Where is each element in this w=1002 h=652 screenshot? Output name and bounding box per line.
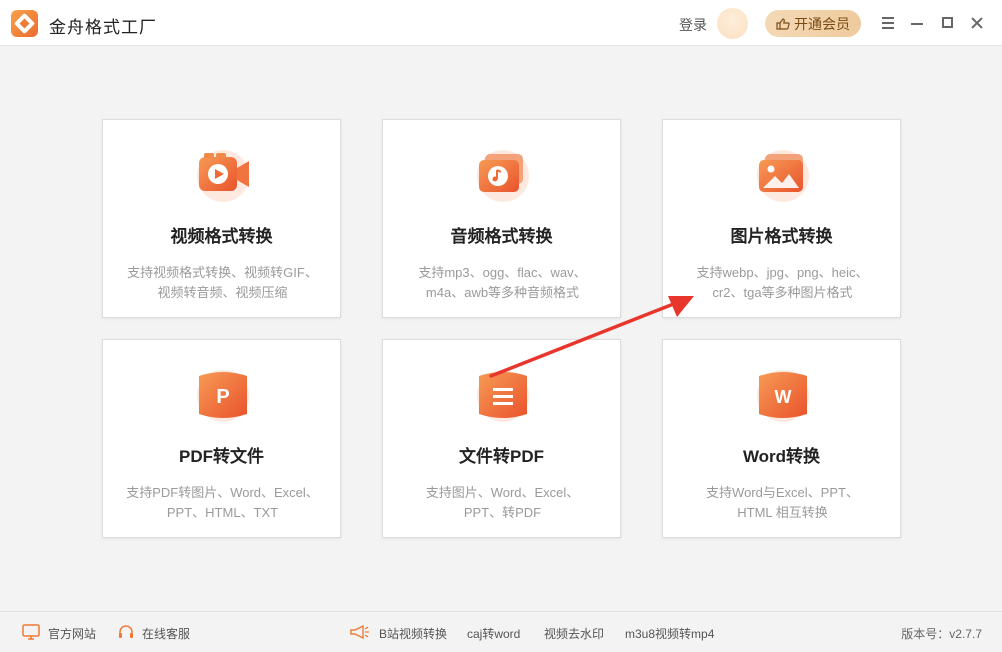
card-description: 支持图片、Word、Excel、 PPT、转PDF [395,483,610,523]
card-description: 支持PDF转图片、Word、Excel、 PPT、HTML、TXT [115,483,330,523]
card-description: 支持webp、jpg、png、heic、 cr2、tga等多种图片格式 [675,263,890,303]
card-audio-convert[interactable]: 音频格式转换 支持mp3、ogg、flac、wav、 m4a、awb等多种音频格… [382,119,621,318]
megaphone-icon [350,624,369,640]
bilibili-convert-link[interactable]: B站视频转换 [379,625,447,642]
pdf-p-icon: P [197,370,249,422]
card-desc-line: 支持webp、jpg、png、heic、 [696,265,869,280]
card-desc-line: 支持视频格式转换、视频转GIF、 [127,265,318,280]
version-number: v2.7.7 [949,627,982,641]
card-description: 支持视频格式转换、视频转GIF、 视频转音频、视频压缩 [115,263,330,303]
card-file-to-pdf[interactable]: 文件转PDF 支持图片、Word、Excel、 PPT、转PDF [382,339,621,538]
title-bar: 金舟格式工厂 登录 开通会员 [0,0,1002,46]
footer-bar: 官方网站 在线客服 B站视频转换 caj转word 视频去水印 m3u8视频转m… [0,611,1002,652]
card-description: 支持Word与Excel、PPT、 HTML 相互转换 [675,483,890,523]
version-label: 版本号： [901,627,950,641]
svg-text:P: P [216,386,229,408]
monitor-icon [22,624,40,640]
m3u8-to-mp4-link[interactable]: m3u8视频转mp4 [625,625,714,642]
image-icon [757,150,809,202]
headset-icon [119,625,133,638]
vip-label: 开通会员 [794,15,850,32]
app-title: 金舟格式工厂 [49,18,157,37]
card-desc-line: 支持mp3、ogg、flac、wav、 [418,265,587,280]
close-button[interactable] [966,12,988,34]
word-w-icon: W [757,370,809,422]
video-icon [197,150,249,202]
card-desc-line: 支持图片、Word、Excel、 [425,485,580,500]
annotation-arrow [489,296,694,378]
maximize-button[interactable] [937,12,959,34]
remove-watermark-link[interactable]: 视频去水印 [544,625,604,642]
avatar[interactable] [717,8,748,39]
version-info: 版本号：v2.7.7 [901,625,982,642]
card-title: Word转换 [742,447,821,466]
music-icon [477,150,529,202]
card-desc-line: m4a、awb等多种音频格式 [425,285,580,300]
login-link[interactable]: 登录 [679,15,707,35]
document-icon [477,370,529,422]
online-service-link[interactable]: 在线客服 [142,625,190,642]
card-image-convert[interactable]: 图片格式转换 支持webp、jpg、png、heic、 cr2、tga等多种图片… [662,119,901,318]
app-logo-icon [11,10,38,37]
card-desc-line: 支持PDF转图片、Word、Excel、 [126,485,319,500]
card-desc-line: 视频转音频、视频压缩 [157,285,288,300]
card-desc-line: HTML 相互转换 [737,505,828,520]
thumbs-up-icon [776,17,790,30]
menu-button[interactable] [877,12,899,34]
card-video-convert[interactable]: 视频格式转换 支持视频格式转换、视频转GIF、 视频转音频、视频压缩 [102,119,341,318]
card-title: 音频格式转换 [450,227,553,246]
card-title: 图片格式转换 [730,227,833,246]
card-desc-line: cr2、tga等多种图片格式 [712,285,853,300]
card-pdf-to-file[interactable]: P PDF转文件 支持PDF转图片、Word、Excel、 PPT、HTML、T… [102,339,341,538]
card-desc-line: PPT、HTML、TXT [166,505,279,520]
official-site-link[interactable]: 官方网站 [48,625,96,642]
vip-button[interactable]: 开通会员 [765,10,861,37]
minimize-button[interactable] [906,12,928,34]
card-title: 文件转PDF [459,447,544,466]
card-word-convert[interactable]: W Word转换 支持Word与Excel、PPT、 HTML 相互转换 [662,339,901,538]
card-description: 支持mp3、ogg、flac、wav、 m4a、awb等多种音频格式 [395,263,610,303]
caj-to-word-link[interactable]: caj转word [467,625,520,642]
card-title: PDF转文件 [179,447,264,466]
card-desc-line: 支持Word与Excel、PPT、 [706,485,859,500]
card-title: 视频格式转换 [170,227,273,246]
svg-text:W: W [775,387,792,407]
card-desc-line: PPT、转PDF [463,505,542,520]
